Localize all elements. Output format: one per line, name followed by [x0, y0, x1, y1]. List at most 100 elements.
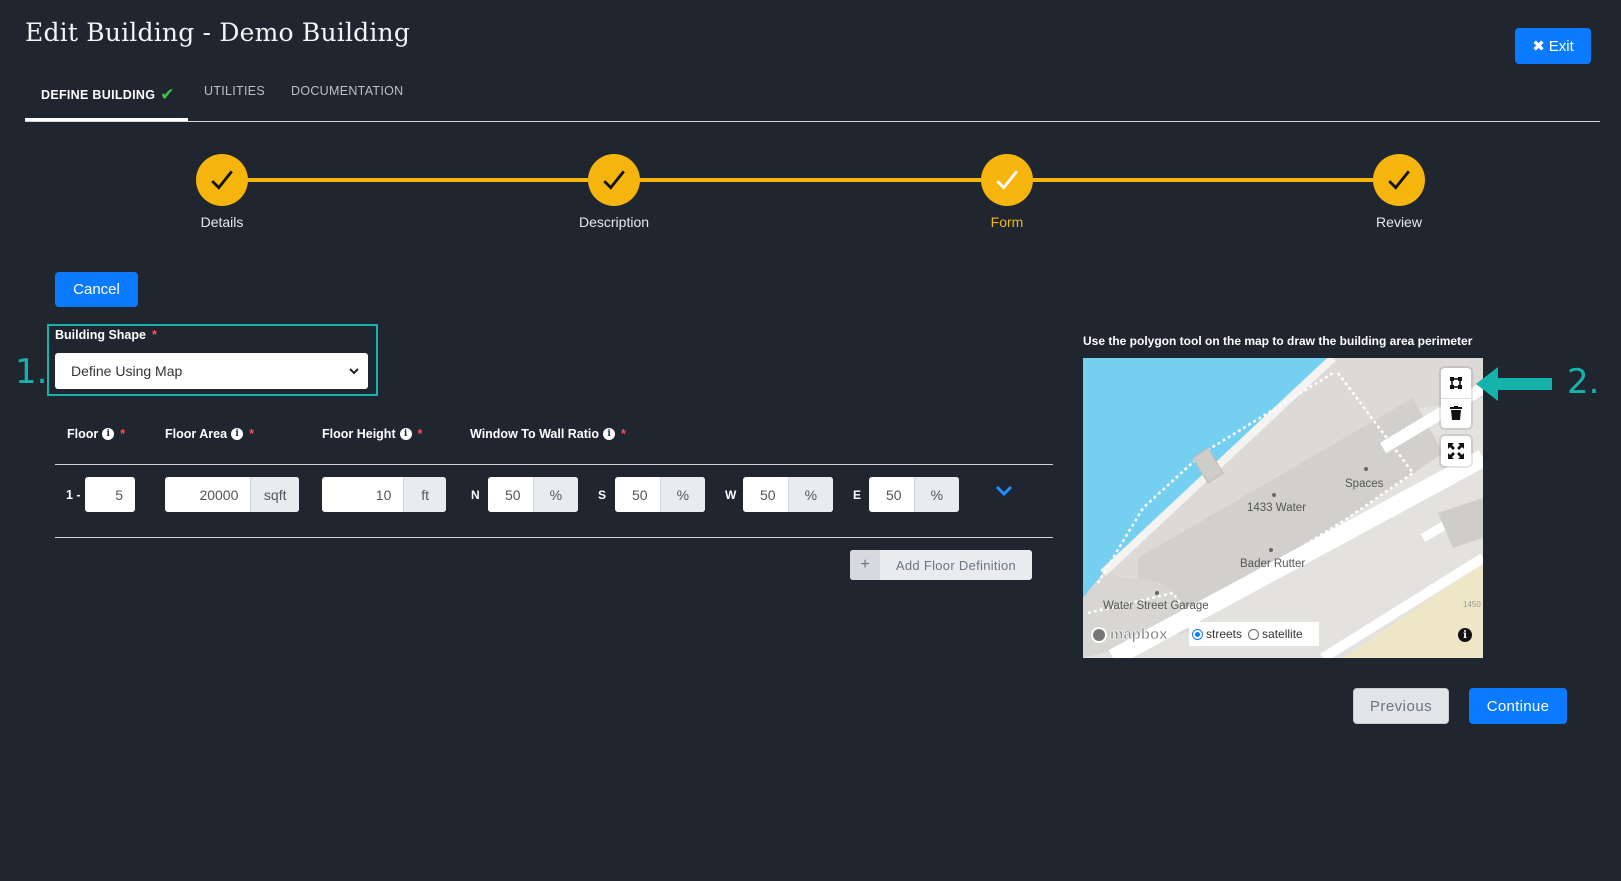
chevron-down-icon[interactable]	[995, 484, 1013, 498]
wwr-w-input[interactable]: 50 %	[743, 477, 833, 512]
wwr-n-value: 50	[505, 486, 521, 503]
col-floor-height-text: Floor Height	[322, 427, 396, 441]
fullscreen-icon	[1448, 443, 1464, 459]
building-shape-select[interactable]: Define Using Map	[55, 353, 368, 389]
tab-define-building[interactable]: DEFINE BUILDING ✔	[41, 84, 175, 104]
wwr-n-label: N	[471, 488, 480, 502]
continue-button[interactable]: Continue	[1469, 688, 1567, 724]
wwr-w-value: 50	[760, 486, 776, 503]
attribution-info-icon[interactable]: i	[1458, 628, 1472, 642]
step-review-circle[interactable]	[1373, 154, 1425, 206]
checkmark-icon	[211, 170, 233, 190]
add-floor-button[interactable]: + Add Floor Definition	[850, 550, 1032, 580]
tab-bar: DEFINE BUILDING ✔ UTILITIES DOCUMENTATION	[25, 72, 1600, 122]
poi-marker	[1155, 591, 1159, 595]
map-label-bader-rutter: Bader Rutter	[1240, 558, 1306, 570]
mapbox-logo-icon	[1091, 626, 1107, 643]
annotation-two: 2.	[1567, 362, 1600, 402]
info-icon[interactable]: i	[231, 428, 244, 440]
step-form-circle[interactable]	[981, 154, 1033, 206]
info-icon[interactable]: i	[399, 428, 412, 440]
radio-streets[interactable]	[1192, 628, 1203, 640]
floor-height-input[interactable]: 10 ft	[322, 477, 446, 512]
plus-icon: +	[850, 550, 880, 580]
check-icon: ✔	[160, 85, 175, 104]
arrow-left-icon	[1476, 367, 1552, 401]
info-icon[interactable]: i	[603, 428, 616, 440]
required-mark: *	[417, 427, 423, 441]
trash-icon	[1450, 406, 1462, 420]
trash-tool-button[interactable]	[1441, 398, 1471, 428]
map-view[interactable]: Spaces 1433 Water Bader Rutter Water Str…	[1083, 358, 1483, 658]
add-floor-label: Add Floor Definition	[895, 557, 1017, 573]
floor-prefix: 1 -	[66, 488, 81, 502]
floor-area-value: 20000	[199, 486, 239, 503]
required-mark: *	[151, 328, 157, 342]
map-label-spaces: Spaces	[1345, 478, 1384, 490]
building-shape-label: Building Shape *	[55, 328, 157, 342]
exit-label: Exit	[1548, 37, 1574, 55]
floor-input[interactable]: 5	[85, 477, 135, 512]
poi-marker	[1269, 548, 1273, 552]
col-floor-area: Floor Area i *	[165, 427, 254, 441]
info-icon[interactable]: i	[102, 428, 115, 440]
fullscreen-button[interactable]	[1441, 436, 1471, 466]
step-description-circle[interactable]	[588, 154, 640, 206]
map-label-address-number: 1450	[1463, 600, 1481, 609]
checkmark-icon	[603, 170, 625, 190]
mapbox-logo[interactable]: mapbox	[1091, 626, 1168, 643]
percent-unit: %	[532, 477, 578, 512]
step-details-circle[interactable]	[196, 154, 248, 206]
wwr-s-label: S	[598, 488, 607, 502]
wwr-e-value: 50	[886, 486, 902, 503]
chevron-down-icon	[349, 368, 359, 375]
wwr-w-label: W	[725, 488, 737, 502]
col-floor-height: Floor Height i *	[322, 427, 422, 441]
wwr-n-input[interactable]: 50 %	[488, 477, 578, 512]
floor-height-value: 10	[375, 486, 392, 503]
step-label-form: Form	[990, 214, 1024, 230]
tab-utilities[interactable]: UTILITIES	[204, 84, 265, 98]
map-label-water-street-garage: Water Street Garage	[1103, 600, 1209, 612]
draw-control-group	[1441, 368, 1471, 428]
polygon-tool-button[interactable]	[1441, 368, 1471, 399]
percent-unit: %	[913, 477, 959, 512]
floor-area-unit: sqft	[250, 477, 299, 512]
floor-height-unit: ft	[403, 477, 446, 512]
radio-satellite[interactable]	[1248, 628, 1260, 640]
col-floor-area-text: Floor Area	[165, 427, 228, 441]
previous-button[interactable]: Previous	[1353, 688, 1449, 724]
required-mark: *	[249, 427, 254, 441]
checkmark-icon	[1388, 170, 1410, 190]
step-label-description: Description	[578, 214, 650, 230]
checkmark-icon	[996, 170, 1018, 190]
wwr-s-input[interactable]: 50 %	[615, 477, 705, 512]
divider	[55, 537, 1053, 538]
tab-define-building-label: DEFINE BUILDING	[41, 88, 156, 102]
col-wwr: Window To Wall Ratio i *	[470, 427, 626, 441]
tab-documentation[interactable]: DOCUMENTATION	[291, 84, 403, 98]
percent-unit: %	[659, 477, 705, 512]
radio-streets-label: streets	[1206, 627, 1243, 641]
col-floor-text: Floor	[67, 427, 99, 441]
required-mark: *	[120, 427, 126, 441]
wwr-s-value: 50	[632, 486, 648, 503]
close-icon: ✖	[1532, 38, 1545, 55]
wwr-e-input[interactable]: 50 %	[869, 477, 959, 512]
wwr-e-label: E	[853, 488, 862, 502]
required-mark: *	[621, 427, 626, 441]
cancel-button[interactable]: Cancel	[55, 272, 138, 307]
page-title: Edit Building - Demo Building	[25, 18, 411, 47]
building-shape-selected: Define Using Map	[71, 363, 183, 379]
stepper-line	[222, 178, 1405, 182]
col-floor: Floor i *	[67, 427, 125, 441]
exit-button[interactable]: ✖ Exit	[1515, 28, 1591, 64]
map-instruction: Use the polygon tool on the map to draw …	[1083, 334, 1473, 348]
annotation-one: 1.	[15, 352, 48, 392]
map-style-toggle: streets satellite	[1189, 622, 1319, 646]
divider	[55, 464, 1053, 465]
map-label-1433-water: 1433 Water	[1247, 502, 1307, 514]
step-label-review: Review	[1376, 214, 1422, 230]
floor-area-input[interactable]: 20000 sqft	[165, 477, 299, 512]
floor-value: 5	[115, 486, 123, 503]
